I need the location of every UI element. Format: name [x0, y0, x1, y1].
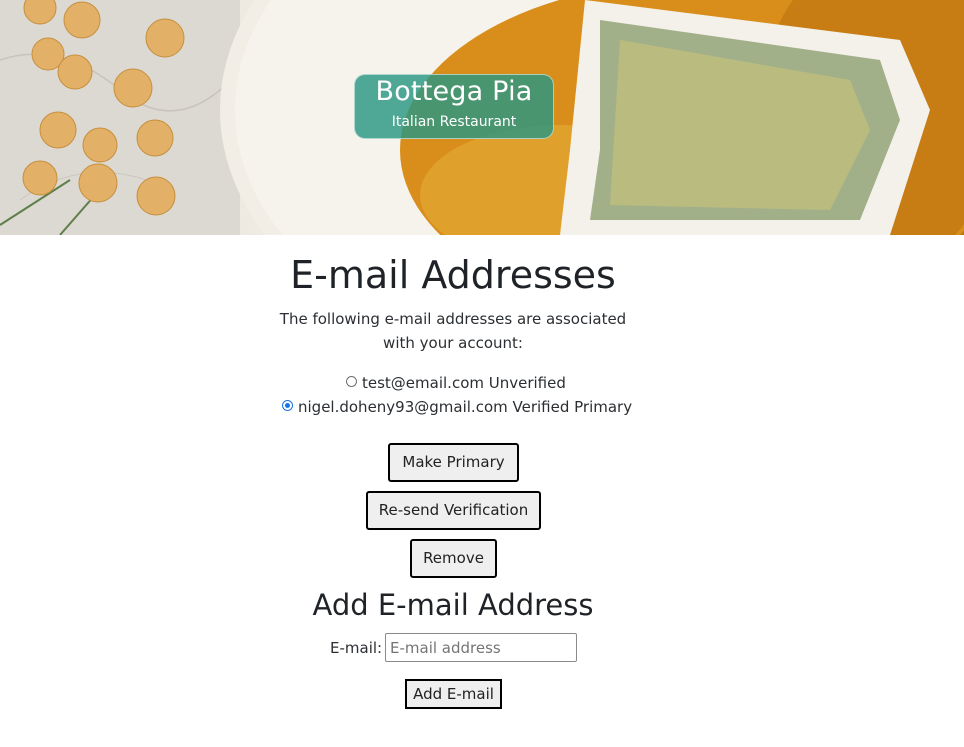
intro-text: The following e-mail addresses are assoc…: [279, 310, 627, 352]
hero-banner: Bottega Pia Italian Restaurant: [0, 0, 964, 235]
email-radio-nigel[interactable]: [282, 400, 293, 411]
email-label-test: test@email.com Unverified: [362, 374, 566, 392]
brand-badge[interactable]: Bottega Pia Italian Restaurant: [354, 74, 554, 139]
resend-verification-button[interactable]: Re-send Verification: [366, 491, 541, 530]
add-email-button[interactable]: Add E-mail: [405, 679, 502, 709]
email-field[interactable]: [385, 633, 577, 662]
email-radio-test[interactable]: [346, 376, 357, 387]
main-content: E-mail Addresses The following e-mail ad…: [0, 235, 964, 747]
email-option-nigel[interactable]: nigel.doheny93@gmail.com Verified Primar…: [282, 395, 632, 419]
make-primary-button[interactable]: Make Primary: [388, 443, 519, 482]
add-email-heading: Add E-mail Address: [312, 588, 594, 622]
remove-button[interactable]: Remove: [410, 539, 497, 578]
email-field-label: E-mail:: [330, 639, 383, 657]
page-title: E-mail Addresses: [290, 253, 616, 297]
email-option-test[interactable]: test@email.com Unverified: [346, 371, 566, 395]
email-label-nigel: nigel.doheny93@gmail.com Verified Primar…: [298, 398, 633, 416]
brand-subtitle: Italian Restaurant: [391, 114, 517, 130]
brand-title: Bottega Pia: [375, 76, 533, 107]
